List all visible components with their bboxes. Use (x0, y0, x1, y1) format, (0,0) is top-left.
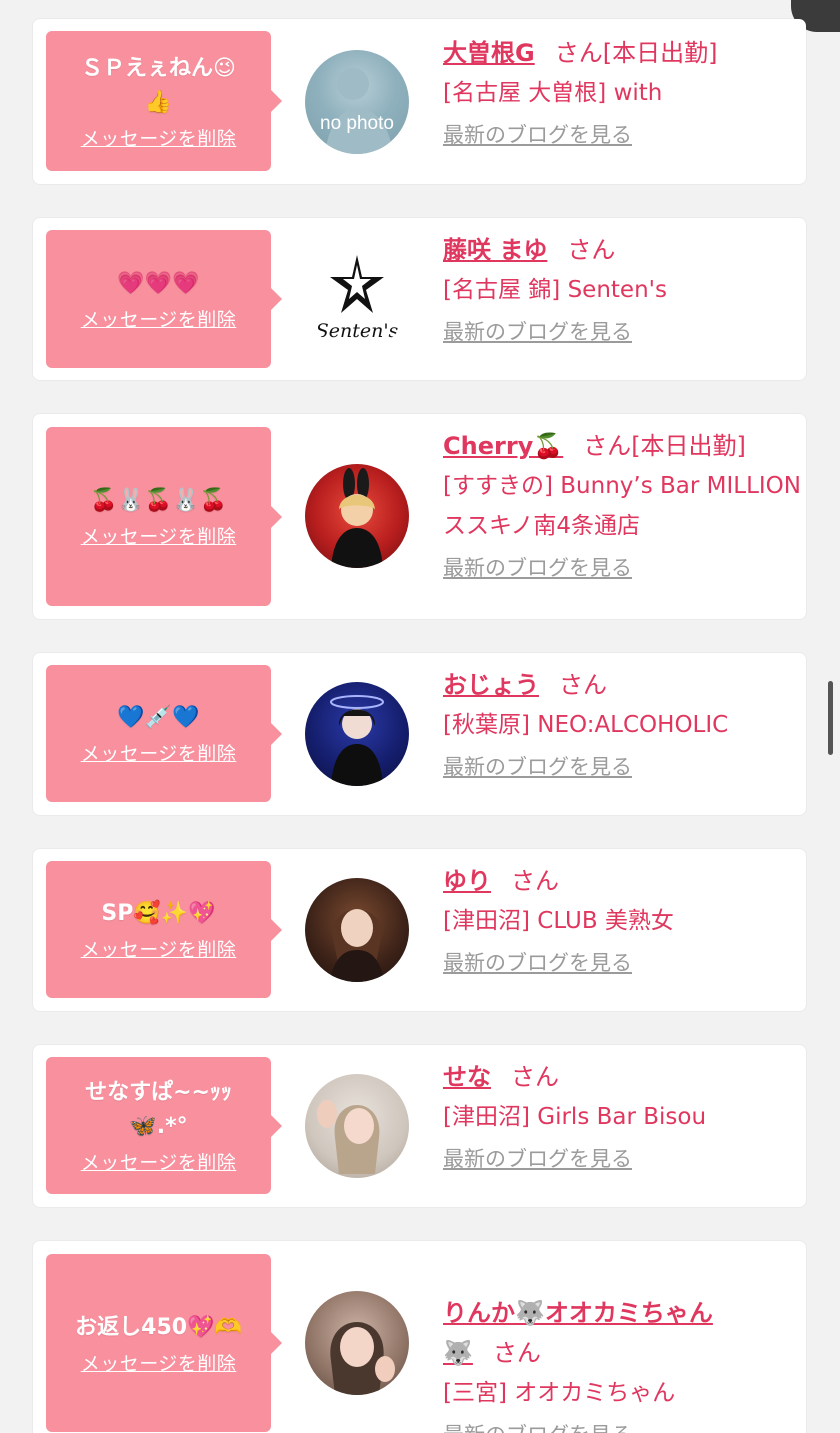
status-tag: [本日出勤] (602, 39, 718, 67)
message-text: SP🥰✨💖 (101, 901, 216, 926)
status-tag: [本日出勤] (631, 432, 746, 460)
latest-blog-link[interactable]: 最新のブログを見る (443, 552, 632, 582)
honorific: さん (554, 39, 603, 67)
message-bubble: 🍒🐰🍒🐰🍒 メッセージを削除 (46, 427, 282, 606)
latest-blog-link[interactable]: 最新のブログを見る (443, 316, 632, 346)
profile-photo (329, 909, 385, 982)
sender-name-link[interactable]: せな (443, 1063, 491, 1091)
senten-logo-text: Senten's (316, 320, 399, 342)
latest-blog-link[interactable]: 最新のブログを見る (443, 1419, 632, 1433)
avatar[interactable] (305, 1074, 409, 1178)
message-bubble: お返し450💖🫶 メッセージを削除 (46, 1254, 282, 1432)
honorific: さん (583, 432, 632, 460)
sender-info: りんか🐺オオカミちゃん 🐺さん [三宮] オオカミちゃん 最新のブログを見る (443, 1253, 803, 1433)
message-text: ＳＰえぇねん😉 👍 (81, 55, 236, 115)
sender-name-link[interactable]: りんか🐺オオカミちゃん 🐺 (443, 1299, 713, 1367)
sender-info: Cherry🍒 さん[本日出勤] [すすきの] Bunny’s Bar MILLI… (443, 426, 803, 582)
shop-name: [名古屋 大曽根] with (443, 80, 663, 106)
message-text: せなすぱ~~ｯｯ 🦋.*° (85, 1080, 232, 1139)
latest-blog-link[interactable]: 最新のブログを見る (443, 751, 632, 781)
scrollbar-thumb[interactable] (828, 681, 833, 755)
latest-blog-link[interactable]: 最新のブログを見る (443, 1143, 632, 1173)
profile-photo (317, 1100, 380, 1174)
profile-photo (330, 695, 384, 786)
message-card: 💙💉💙 メッセージを削除 おじょう さん [秋葉原] NEO:ALCOHOLIC … (33, 653, 806, 815)
shop-name: [津田沼] CLUB 美熟女 (443, 908, 674, 934)
sender-name-link[interactable]: ゆり (443, 867, 491, 895)
shop-name: [名古屋 錦] Senten's (443, 277, 667, 303)
sender-name-link[interactable]: 藤咲 まゆ (443, 236, 547, 264)
honorific: さん (567, 236, 616, 264)
profile-photo (331, 468, 383, 568)
latest-blog-link[interactable]: 最新のブログを見る (443, 119, 632, 149)
delete-message-link[interactable]: メッセージを削除 (81, 1349, 237, 1376)
delete-message-link[interactable]: メッセージを削除 (81, 305, 237, 332)
avatar[interactable] (305, 1291, 409, 1395)
message-bubble: SP🥰✨💖 メッセージを削除 (46, 861, 282, 998)
message-bubble: ＳＰえぇねん😉 👍 メッセージを削除 (46, 31, 282, 171)
shop-name: [津田沼] Girls Bar Bisou (443, 1104, 707, 1130)
delete-message-link[interactable]: メッセージを削除 (81, 1148, 237, 1175)
sender-info: 藤咲 まゆ さん [名古屋 錦] Senten's 最新のブログを見る (443, 230, 803, 346)
shop-name: [秋葉原] NEO:ALCOHOLIC (443, 712, 729, 738)
avatar[interactable]: Senten's (305, 247, 409, 351)
message-text: 💙💉💙 (117, 705, 200, 730)
message-card: お返し450💖🫶 メッセージを削除 りんか🐺オオカミちゃん 🐺 さん [三宮] オ… (33, 1241, 806, 1433)
message-card: SP🥰✨💖 メッセージを削除 ゆり さん [津田沼] CLUB 美熟女 最新のブロ… (33, 849, 806, 1011)
message-card: 💗💗💗 メッセージを削除 Senten's 藤咲 まゆ さん [名古屋 錦] Se… (33, 218, 806, 380)
no-photo-label: no photo (320, 113, 394, 134)
message-bubble: 💗💗💗 メッセージを削除 (46, 230, 282, 368)
avatar[interactable]: no photo (305, 50, 409, 154)
honorific: さん (511, 867, 559, 895)
shop-name: [三宮] オオカミちゃん (443, 1380, 676, 1406)
message-card: ＳＰえぇねん😉 👍 メッセージを削除 no photo 大曽根G さん[本日出勤]… (33, 19, 806, 184)
sender-name-link[interactable]: 大曽根G (443, 39, 535, 67)
avatar[interactable] (305, 682, 409, 786)
avatar[interactable] (305, 464, 409, 568)
shop-name: [すすきの] Bunny’s Bar MILLION ススキノ南4条通店 (443, 473, 801, 539)
delete-message-link[interactable]: メッセージを削除 (81, 124, 237, 151)
sender-name-link[interactable]: おじょう (443, 671, 539, 699)
message-card: せなすぱ~~ｯｯ 🦋.*° メッセージを削除 せな さん [津田沼] Girls … (33, 1045, 806, 1207)
delete-message-link[interactable]: メッセージを削除 (81, 522, 237, 549)
sender-info: ゆり さん [津田沼] CLUB 美熟女 最新のブログを見る (443, 861, 803, 977)
honorific: さん (511, 1063, 559, 1091)
message-card: 🍒🐰🍒🐰🍒 メッセージを削除 Cherry🍒 さん[本日出勤] [すすきの] Bu… (33, 414, 806, 619)
delete-message-link[interactable]: メッセージを削除 (81, 935, 237, 962)
profile-photo (330, 1322, 395, 1395)
latest-blog-link[interactable]: 最新のブログを見る (443, 947, 632, 977)
sender-info: 大曽根G さん[本日出勤] [名古屋 大曽根] with 最新のブログを見る (443, 33, 803, 149)
message-bubble: 💙💉💙 メッセージを削除 (46, 665, 282, 802)
sender-info: おじょう さん [秋葉原] NEO:ALCOHOLIC 最新のブログを見る (443, 665, 803, 781)
message-text: お返し450💖🫶 (75, 1314, 242, 1340)
sender-info: せな さん [津田沼] Girls Bar Bisou 最新のブログを見る (443, 1057, 803, 1173)
sender-name-link[interactable]: Cherry🍒 (443, 432, 563, 460)
delete-message-link[interactable]: メッセージを削除 (81, 739, 237, 766)
message-text: 💗💗💗 (117, 270, 200, 296)
honorific: さん (492, 1339, 541, 1367)
no-photo-image: no photo (320, 68, 394, 154)
message-list-page: ＳＰえぇねん😉 👍 メッセージを削除 no photo 大曽根G さん[本日出勤]… (0, 0, 840, 1433)
message-bubble: せなすぱ~~ｯｯ 🦋.*° メッセージを削除 (46, 1057, 282, 1194)
honorific: さん (559, 671, 607, 699)
message-text: 🍒🐰🍒🐰🍒 (90, 488, 227, 513)
senten-logo: Senten's (316, 255, 399, 342)
avatar[interactable] (305, 878, 409, 982)
